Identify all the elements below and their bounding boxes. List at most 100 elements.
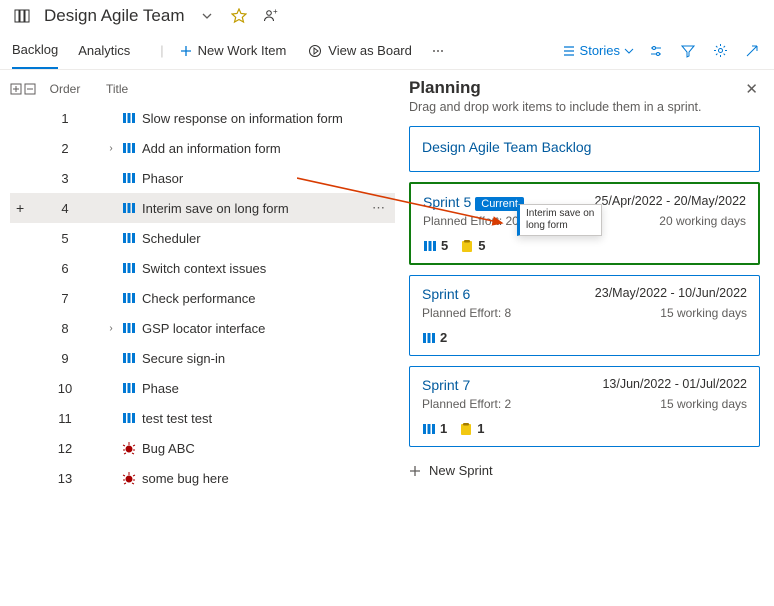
row-title: Phase bbox=[142, 381, 179, 396]
filter-icon[interactable] bbox=[678, 41, 698, 61]
story-icon bbox=[122, 411, 136, 425]
backlog-row[interactable]: 2 › Add an information form bbox=[10, 133, 395, 163]
backlog-row[interactable]: 6 Switch context issues bbox=[10, 253, 395, 283]
row-title: Slow response on information form bbox=[142, 111, 343, 126]
board-icon bbox=[12, 6, 32, 26]
new-sprint-button[interactable]: New Sprint bbox=[409, 463, 760, 478]
task-icon bbox=[459, 422, 473, 436]
row-order: 9 bbox=[40, 351, 90, 366]
row-title: Switch context issues bbox=[142, 261, 266, 276]
chevron-right-icon[interactable]: › bbox=[106, 323, 116, 334]
more-icon[interactable]: ⋯ bbox=[372, 200, 385, 216]
sprint-card[interactable]: Sprint 713/Jun/2022 - 01/Jul/2022Planned… bbox=[409, 366, 760, 447]
sprint-working-days: 15 working days bbox=[660, 397, 747, 411]
gear-icon[interactable] bbox=[710, 41, 730, 61]
page-title: Design Agile Team bbox=[44, 6, 185, 26]
drag-ghost: Interim save on long form bbox=[517, 204, 602, 236]
story-icon bbox=[122, 141, 136, 155]
task-count: 1 bbox=[477, 421, 484, 436]
backlog-row[interactable]: 1 Slow response on information form bbox=[10, 103, 395, 133]
sprint-working-days: 20 working days bbox=[659, 214, 746, 228]
new-sprint-label: New Sprint bbox=[429, 463, 493, 478]
story-icon bbox=[122, 171, 136, 185]
bug-icon bbox=[122, 441, 136, 455]
stories-selector[interactable]: Stories bbox=[562, 43, 634, 58]
row-title: Scheduler bbox=[142, 231, 201, 246]
row-order: 7 bbox=[40, 291, 90, 306]
expand-all-icon[interactable] bbox=[10, 83, 22, 95]
backlog-row[interactable]: 12Bug ABC bbox=[10, 433, 395, 463]
row-order: 8 bbox=[40, 321, 90, 336]
collapse-all-icon[interactable] bbox=[24, 83, 36, 95]
backlog-row[interactable]: 10Phase bbox=[10, 373, 395, 403]
backlog-grid: Order Title 1 Slow response on informatio… bbox=[0, 70, 395, 591]
tab-backlog[interactable]: Backlog bbox=[12, 32, 58, 69]
backlog-card[interactable]: Design Agile Team Backlog bbox=[409, 126, 760, 172]
svg-text:+: + bbox=[273, 8, 278, 16]
row-title: test test test bbox=[142, 411, 212, 426]
story-count: 5 bbox=[441, 238, 448, 253]
row-order: 1 bbox=[40, 111, 90, 126]
sprint-card[interactable]: Sprint 623/May/2022 - 10/Jun/2022Planned… bbox=[409, 275, 760, 356]
backlog-row[interactable]: 9 Secure sign-in bbox=[10, 343, 395, 373]
row-order: 5 bbox=[40, 231, 90, 246]
team-icon[interactable]: + bbox=[261, 6, 281, 26]
row-title: Secure sign-in bbox=[142, 351, 225, 366]
sprint-dates: 13/Jun/2022 - 01/Jul/2022 bbox=[602, 377, 747, 391]
row-title: some bug here bbox=[142, 471, 229, 486]
story-icon bbox=[422, 422, 436, 436]
backlog-row[interactable]: 3 Phasor bbox=[10, 163, 395, 193]
story-count: 2 bbox=[440, 330, 447, 345]
divider: | bbox=[160, 43, 163, 58]
backlog-card-title: Design Agile Team Backlog bbox=[422, 139, 591, 155]
row-title: GSP locator interface bbox=[142, 321, 265, 336]
chevron-down-icon[interactable] bbox=[197, 6, 217, 26]
backlog-row[interactable]: 5 Scheduler bbox=[10, 223, 395, 253]
task-count: 5 bbox=[478, 238, 485, 253]
new-work-item-button[interactable]: New Work Item bbox=[174, 39, 293, 62]
column-order[interactable]: Order bbox=[40, 82, 90, 96]
row-order: 13 bbox=[40, 471, 90, 486]
row-title: Add an information form bbox=[142, 141, 281, 156]
story-icon bbox=[122, 381, 136, 395]
story-count: 1 bbox=[440, 421, 447, 436]
sliders-icon[interactable] bbox=[646, 41, 666, 61]
story-icon bbox=[122, 201, 136, 215]
backlog-row[interactable]: 13 some bug here bbox=[10, 463, 395, 493]
backlog-row[interactable]: +4 Interim save on long form ⋯ bbox=[10, 193, 395, 223]
sprint-name: Sprint 7 bbox=[422, 377, 470, 393]
sprint-dates: 25/Apr/2022 - 20/May/2022 bbox=[595, 194, 747, 208]
column-title[interactable]: Title bbox=[90, 82, 395, 96]
add-row-icon[interactable]: + bbox=[16, 200, 24, 216]
more-icon[interactable] bbox=[428, 41, 448, 61]
star-icon[interactable] bbox=[229, 6, 249, 26]
sprint-name: Sprint 5 bbox=[423, 194, 471, 210]
row-order: 11 bbox=[40, 411, 90, 426]
sprint-card[interactable]: Sprint 5Current25/Apr/2022 - 20/May/2022… bbox=[409, 182, 760, 265]
planning-title: Planning bbox=[409, 78, 760, 98]
row-order: 3 bbox=[40, 171, 90, 186]
row-title: Interim save on long form bbox=[142, 201, 289, 216]
backlog-row[interactable]: 11 test test test bbox=[10, 403, 395, 433]
backlog-row[interactable]: 7Check performance bbox=[10, 283, 395, 313]
story-icon bbox=[122, 231, 136, 245]
close-icon[interactable]: ✕ bbox=[745, 80, 758, 98]
view-as-board-button[interactable]: View as Board bbox=[302, 39, 418, 62]
story-icon bbox=[122, 261, 136, 275]
expand-icon[interactable] bbox=[742, 41, 762, 61]
row-order: 6 bbox=[40, 261, 90, 276]
chevron-right-icon[interactable]: › bbox=[106, 143, 116, 154]
row-title: Phasor bbox=[142, 171, 183, 186]
planning-desc: Drag and drop work items to include them… bbox=[409, 100, 760, 114]
backlog-row[interactable]: 8 › GSP locator interface bbox=[10, 313, 395, 343]
row-title: Bug ABC bbox=[142, 441, 195, 456]
task-icon bbox=[460, 239, 474, 253]
tab-analytics[interactable]: Analytics bbox=[78, 33, 130, 68]
planning-panel: ✕ Planning Drag and drop work items to i… bbox=[395, 70, 774, 591]
row-order: 2 bbox=[40, 141, 90, 156]
story-icon bbox=[122, 111, 136, 125]
story-icon bbox=[122, 321, 136, 335]
bug-icon bbox=[122, 471, 136, 485]
row-order: 4 bbox=[40, 201, 90, 216]
sprint-working-days: 15 working days bbox=[660, 306, 747, 320]
